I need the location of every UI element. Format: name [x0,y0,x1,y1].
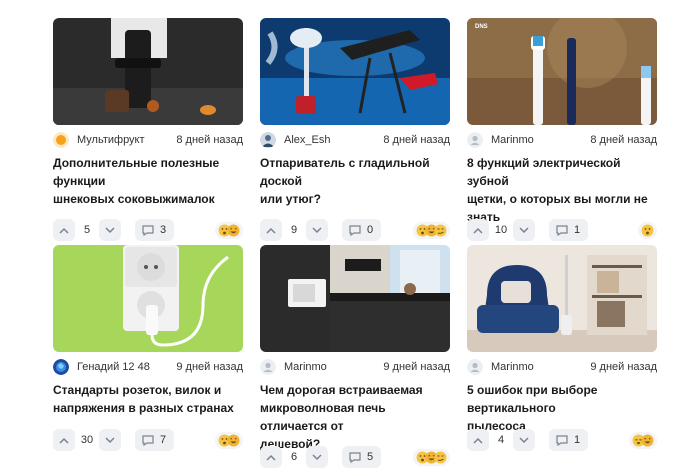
comments-button[interactable]: 0 [342,219,382,241]
downvote-button[interactable] [99,429,121,451]
author-name[interactable]: Marinmo [491,134,534,146]
card-meta: Marinmo 9 дней назад [260,358,450,376]
laughing-emoji-icon [641,434,654,447]
comment-count: 1 [574,434,581,446]
comments-button[interactable]: 1 [549,219,589,241]
card-actions: 10 1 [467,219,657,241]
default-avatar-icon[interactable] [467,359,483,375]
smirk-emoji-icon [434,224,447,237]
vote-count: 30 [80,434,94,446]
reactions[interactable] [215,221,243,239]
socket-plug-photo[interactable] [53,245,243,352]
post-time: 8 дней назад [383,134,450,146]
comment-icon [142,434,154,446]
globe-avatar-icon[interactable] [53,359,69,375]
orange-avatar-icon[interactable] [53,132,69,148]
card-meta: Мультифрукт 8 дней назад [53,131,243,149]
card-meta: Marinmo 8 дней назад [467,131,657,149]
vote-count: 4 [497,434,505,446]
author-name[interactable]: Alex_Esh [284,134,330,146]
post-time: 9 дней назад [176,361,243,373]
post-time: 9 дней назад [590,361,657,373]
vote-count: 5 [83,224,91,236]
user-avatar-icon[interactable] [260,132,276,148]
downvote-button[interactable] [513,429,535,451]
upvote-button[interactable] [260,219,282,241]
card-meta: Alex_Esh 8 дней назад [260,131,450,149]
post-time: 8 дней назад [176,134,243,146]
smirk-emoji-icon [434,451,447,464]
post-time: 8 дней назад [590,134,657,146]
comment-icon [556,224,568,236]
comment-count: 3 [160,224,167,236]
default-avatar-icon[interactable] [467,132,483,148]
vote-count: 10 [494,224,508,236]
card-actions: 30 7 [53,429,243,451]
upvote-button[interactable] [53,429,75,451]
armchair-vacuum-photo[interactable] [467,245,657,352]
surprised-emoji-icon [641,224,654,237]
downvote-button[interactable] [306,446,328,468]
author-name[interactable]: Marinmo [284,361,327,373]
upvote-button[interactable] [53,219,75,241]
downvote-button[interactable] [513,219,535,241]
comments-button[interactable]: 7 [135,429,175,451]
article-title[interactable]: Чем дорогая встраиваемая микроволновая п… [260,381,450,453]
svg-text:DNS: DNS [475,24,488,30]
comment-icon [142,224,154,236]
card-meta: Marinmo 9 дней назад [467,358,657,376]
comment-icon [349,451,361,463]
juicer-photo[interactable] [53,18,243,125]
card-actions: 6 5 [260,446,450,468]
comment-count: 0 [367,224,374,236]
article-title[interactable]: 5 ошибок при выборе вертикального пылесо… [467,381,657,435]
post-time: 9 дней назад [383,361,450,373]
comment-count: 1 [574,224,581,236]
upvote-button[interactable] [467,429,489,451]
author-name[interactable]: Marinmo [491,361,534,373]
comment-icon [556,434,568,446]
toothbrush-photo[interactable]: DNS [467,18,657,125]
comment-count: 7 [160,434,167,446]
comments-button[interactable]: 1 [549,429,589,451]
card-actions: 9 0 [260,219,450,241]
reactions[interactable] [413,221,450,239]
comments-button[interactable]: 3 [135,219,175,241]
reactions[interactable] [215,431,243,449]
reactions[interactable] [638,221,657,239]
comment-count: 5 [367,451,374,463]
author-name[interactable]: Мультифрукт [77,134,145,146]
steamer-iron-photo[interactable] [260,18,450,125]
card-meta: Генадий 12 48 9 дней назад [53,358,243,376]
kitchen-microwave-photo[interactable] [260,245,450,352]
reactions[interactable] [413,448,450,466]
author-name[interactable]: Генадий 12 48 [77,361,150,373]
upvote-button[interactable] [260,446,282,468]
laughing-emoji-icon [227,224,240,237]
default-avatar-icon[interactable] [260,359,276,375]
downvote-button[interactable] [99,219,121,241]
card-actions: 4 1 [467,429,657,451]
article-title[interactable]: 8 функций электрической зубной щетки, о … [467,154,657,226]
article-title[interactable]: Стандарты розеток, вилок и напряжения в … [53,381,243,417]
article-title[interactable]: Дополнительные полезные функции шнековых… [53,154,243,208]
article-title[interactable]: Отпариватель с гладильной доской или утю… [260,154,450,208]
vote-count: 9 [290,224,298,236]
reactions[interactable] [629,431,657,449]
upvote-button[interactable] [467,219,489,241]
card-actions: 5 3 [53,219,243,241]
comments-button[interactable]: 5 [342,446,382,468]
vote-count: 6 [290,451,298,463]
laughing-emoji-icon [227,434,240,447]
comment-icon [349,224,361,236]
downvote-button[interactable] [306,219,328,241]
